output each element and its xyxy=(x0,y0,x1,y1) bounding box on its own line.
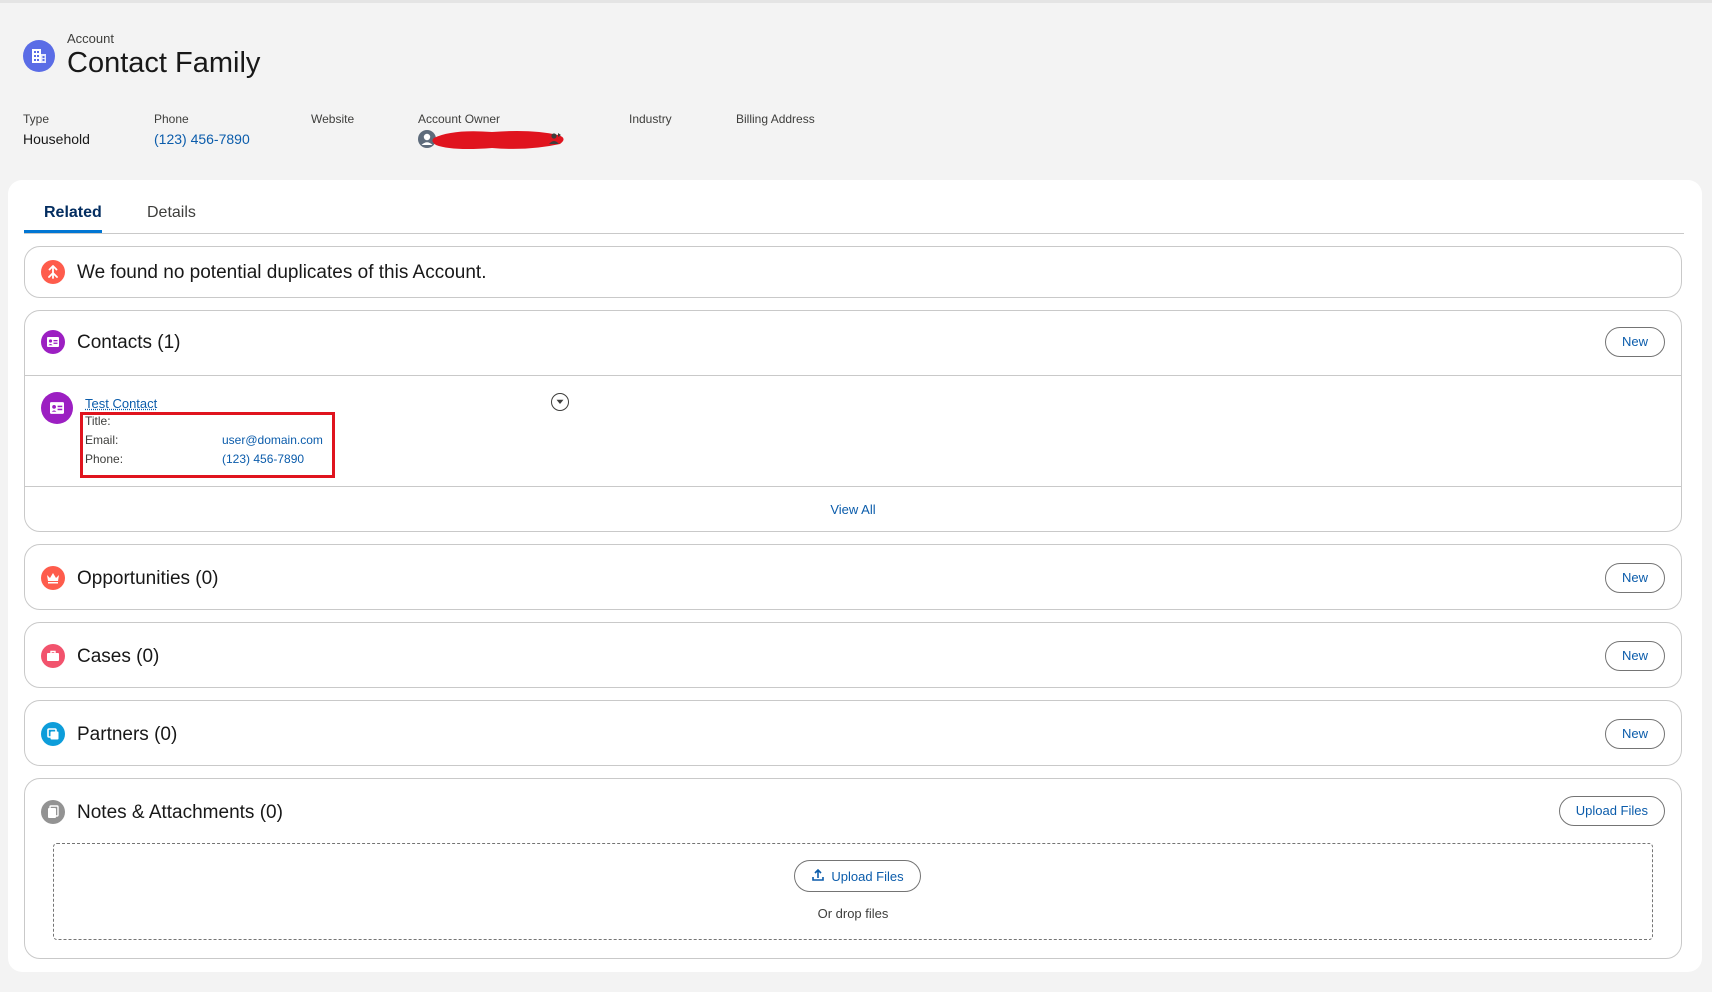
contact-name-link[interactable]: Test Contact xyxy=(85,396,157,411)
view-all-link[interactable]: View All xyxy=(25,502,1681,517)
list-item: Test Contact Title: Email: user@domain.c… xyxy=(25,375,1681,487)
field-label-website: Website xyxy=(311,112,355,126)
duplicates-message: We found no potential duplicates of this… xyxy=(77,262,487,283)
upload-icon xyxy=(811,868,825,885)
tab-bar: Related Details xyxy=(24,180,1684,234)
chevron-down-icon[interactable] xyxy=(551,393,569,411)
page-title: Contact Family xyxy=(67,47,261,79)
partners-panel: Partners (0) New xyxy=(24,700,1682,766)
merge-icon xyxy=(41,260,65,284)
duplicates-panel: We found no potential duplicates of this… xyxy=(24,246,1682,298)
new-partner-button[interactable]: New xyxy=(1604,719,1665,749)
notes-title[interactable]: Notes & Attachments (0) xyxy=(77,802,283,824)
notes-attachments-panel: Notes & Attachments (0) Upload Files Upl… xyxy=(24,778,1682,959)
tab-related[interactable]: Related xyxy=(44,204,102,222)
top-border xyxy=(0,0,1712,3)
opportunities-panel: Opportunities (0) New xyxy=(24,544,1682,610)
active-tab-indicator xyxy=(24,230,102,233)
field-value-phone[interactable]: (123) 456-7890 xyxy=(154,131,250,147)
contact-card-icon xyxy=(41,330,65,354)
cases-title[interactable]: Cases (0) xyxy=(77,646,159,668)
field-label-phone: Phone xyxy=(154,112,189,126)
new-case-button[interactable]: New xyxy=(1604,641,1665,671)
field-label-type: Type xyxy=(23,112,50,126)
upload-files-button[interactable]: Upload Files xyxy=(1558,796,1665,826)
field-label-account-owner: Account Owner xyxy=(418,112,501,126)
crown-icon xyxy=(41,566,65,590)
account-owner-value[interactable] xyxy=(418,128,568,152)
new-opportunity-button[interactable]: New xyxy=(1604,563,1665,593)
cases-panel: Cases (0) New xyxy=(24,622,1682,688)
dropzone-upload-label: Upload Files xyxy=(831,868,904,884)
contact-avatar-icon xyxy=(41,392,73,424)
field-value-type: Household xyxy=(23,131,90,147)
dropzone-upload-button[interactable]: Upload Files xyxy=(794,860,921,892)
briefcase-icon xyxy=(41,644,65,668)
contacts-panel: Contacts (1) New Test Contact Title: Ema… xyxy=(24,310,1682,532)
drop-files-hint: Or drop files xyxy=(817,906,889,921)
partners-title[interactable]: Partners (0) xyxy=(77,724,177,746)
object-type-label: Account xyxy=(67,31,114,46)
tab-details[interactable]: Details xyxy=(147,204,196,222)
contacts-title[interactable]: Contacts (1) xyxy=(77,332,180,354)
related-card: Related Details We found no potential du… xyxy=(8,180,1702,972)
highlight-box xyxy=(80,412,335,478)
field-label-industry: Industry xyxy=(629,112,672,126)
document-icon xyxy=(41,800,65,824)
partners-icon xyxy=(41,722,65,746)
field-label-billing-address: Billing Address xyxy=(736,112,815,126)
opportunities-title[interactable]: Opportunities (0) xyxy=(77,568,219,590)
new-contact-button[interactable]: New xyxy=(1604,327,1665,357)
file-drop-zone[interactable]: Upload Files Or drop files xyxy=(53,843,1653,940)
change-owner-icon[interactable] xyxy=(548,132,562,151)
building-icon xyxy=(23,40,55,72)
